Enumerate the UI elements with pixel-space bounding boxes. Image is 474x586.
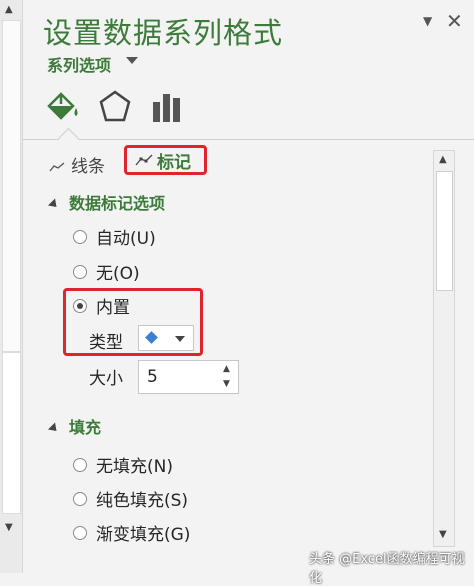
pentagon-icon[interactable]: [95, 88, 135, 126]
radio-auto[interactable]: 自动(U): [73, 224, 156, 249]
marker-size-spinner[interactable]: 5 ▲ ▼: [138, 360, 239, 394]
divider: [23, 139, 474, 140]
content-scrollbar[interactable]: ▲ ▼: [433, 150, 455, 547]
tab-lines-label: 线条: [71, 157, 105, 177]
line-icon: [49, 162, 65, 172]
tab-markers-label: 标记: [157, 152, 191, 173]
spin-up-icon[interactable]: ▲: [223, 364, 230, 374]
marker-type-label: 类型: [89, 333, 123, 353]
collapse-triangle-icon: [47, 198, 61, 211]
chevron-down-icon[interactable]: [175, 336, 185, 342]
radio-auto-label: 自动(U): [96, 229, 156, 249]
section-marker-options-label: 数据标记选项: [69, 194, 166, 213]
radio-button-selected[interactable]: [73, 298, 87, 313]
scroll-up-arrow-icon[interactable]: ▲: [5, 4, 13, 15]
tab-markers[interactable]: 标记: [124, 145, 207, 175]
radio-none-label: 无(O): [96, 264, 140, 284]
radio-solid-fill[interactable]: 纯色填充(S): [73, 486, 188, 511]
radio-none[interactable]: 无(O): [73, 259, 140, 284]
section-fill[interactable]: 填充: [47, 414, 102, 438]
section-marker-options[interactable]: 数据标记选项: [47, 190, 166, 214]
radio-button[interactable]: [73, 491, 87, 506]
radio-gradient-fill-label: 渐变填充(G): [96, 525, 191, 545]
scroll-down-arrow-icon[interactable]: ▼: [439, 529, 447, 540]
scroll-thumb[interactable]: [2, 20, 21, 352]
scroll-down-arrow-icon[interactable]: ▼: [5, 522, 13, 533]
series-options-label[interactable]: 系列选项: [47, 52, 111, 76]
watermark: 头条 @Excel函数编程可视化: [309, 552, 465, 586]
radio-button[interactable]: [73, 525, 87, 540]
tab-lines[interactable]: 线条: [49, 152, 105, 177]
radio-builtin-label: 内置: [96, 298, 130, 318]
radio-solid-fill-label: 纯色填充(S): [96, 491, 189, 511]
spin-down-icon[interactable]: ▼: [223, 379, 230, 389]
radio-builtin[interactable]: 内置: [73, 293, 130, 318]
close-icon[interactable]: ✕: [446, 9, 463, 33]
marker-size-value[interactable]: 5: [147, 367, 158, 387]
collapse-triangle-icon: [47, 422, 61, 435]
radio-button[interactable]: [73, 229, 87, 244]
bar-chart-icon[interactable]: [147, 88, 187, 126]
marker-line-icon: [135, 154, 153, 166]
left-scrollbar[interactable]: ▲ ▼: [0, 0, 23, 573]
selected-category-pointer: [57, 127, 80, 150]
section-fill-label: 填充: [69, 418, 102, 437]
radio-no-fill-label: 无填充(N): [96, 457, 173, 477]
radio-gradient-fill[interactable]: 渐变填充(G): [73, 520, 190, 545]
radio-no-fill[interactable]: 无填充(N): [73, 452, 173, 477]
scroll-up-arrow-icon[interactable]: ▲: [439, 154, 447, 165]
paint-bucket-icon[interactable]: [43, 88, 83, 126]
scroll-track[interactable]: [2, 352, 21, 514]
pane-options-dropdown-icon[interactable]: ▼: [423, 14, 432, 28]
scroll-thumb[interactable]: [436, 171, 453, 291]
marker-type-dropdown[interactable]: [138, 325, 194, 351]
diamond-marker-icon: [145, 331, 158, 344]
radio-button[interactable]: [73, 264, 87, 279]
format-series-pane: 设置数据系列格式 ▼ ✕ 系列选项 ▲ ▼ 线条 标记 数据标记选项 自动(U)…: [23, 0, 474, 586]
marker-size-label: 大小: [89, 369, 123, 389]
radio-button[interactable]: [73, 457, 87, 472]
chevron-down-icon[interactable]: [126, 57, 138, 64]
pane-title: 设置数据系列格式: [43, 16, 284, 50]
